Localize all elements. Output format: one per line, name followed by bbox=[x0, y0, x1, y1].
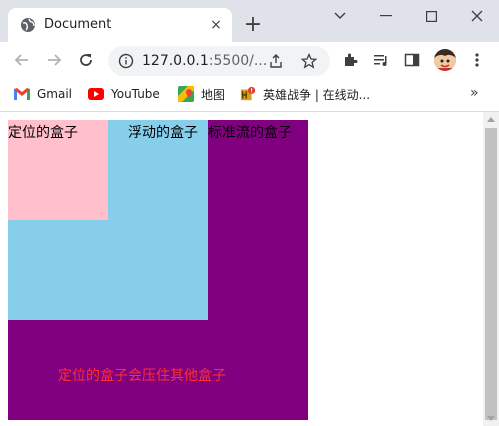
tab-search-chevron-icon[interactable] bbox=[324, 4, 356, 28]
game-icon bbox=[240, 86, 256, 102]
bookmark-maps[interactable]: 地图 bbox=[178, 85, 225, 103]
extensions-icon[interactable] bbox=[341, 51, 359, 69]
bookmarks-overflow-chevron-icon[interactable]: » bbox=[470, 85, 479, 101]
bookmark-star-icon[interactable] bbox=[301, 53, 317, 69]
overlap-caption: 定位的盒子会压住其他盒子 bbox=[58, 368, 226, 384]
floated-box-label: 浮动的盒子 bbox=[128, 125, 198, 141]
bookmark-youtube[interactable]: YouTube bbox=[88, 85, 160, 103]
new-tab-button[interactable]: + bbox=[243, 14, 263, 36]
address-bar[interactable]: 127.0.0.1:5500/... bbox=[108, 46, 330, 76]
globe-icon bbox=[20, 17, 36, 33]
side-panel-icon[interactable] bbox=[403, 51, 421, 69]
scroll-down-arrow-icon[interactable] bbox=[487, 416, 495, 421]
bookmark-label: Gmail bbox=[37, 87, 73, 101]
youtube-icon bbox=[88, 86, 104, 102]
bookmark-label: YouTube bbox=[111, 87, 160, 101]
maps-icon bbox=[178, 86, 194, 102]
tab-strip: Document × + bbox=[0, 0, 499, 42]
browser-toolbar: 127.0.0.1:5500/... bbox=[0, 42, 499, 78]
tab-title: Document bbox=[44, 17, 112, 32]
bookmark-gmail[interactable]: Gmail bbox=[14, 85, 72, 103]
window-close-icon[interactable] bbox=[461, 4, 493, 28]
back-icon[interactable] bbox=[12, 50, 32, 70]
share-icon[interactable] bbox=[268, 53, 284, 69]
url-text[interactable]: 127.0.0.1:5500/... bbox=[142, 53, 267, 69]
menu-icon[interactable] bbox=[468, 51, 486, 69]
vertical-scrollbar[interactable] bbox=[483, 112, 499, 426]
bookmark-game[interactable]: 英雄战争 | 在线动... bbox=[240, 85, 370, 103]
url-path: :5500/... bbox=[208, 53, 268, 69]
forward-icon[interactable] bbox=[44, 50, 64, 70]
positioned-box-label: 定位的盒子 bbox=[8, 125, 78, 141]
tab-document[interactable]: Document × bbox=[8, 8, 232, 42]
bookmark-label: 英雄战争 | 在线动... bbox=[263, 87, 371, 102]
minimize-icon[interactable] bbox=[370, 4, 402, 28]
bookmarks-bar: Gmail YouTube 地图 英雄战争 | 在线动... bbox=[0, 78, 499, 112]
normal-box-label: 标准流的盒子 bbox=[208, 125, 292, 141]
maximize-icon[interactable] bbox=[415, 4, 447, 28]
scroll-up-arrow-icon[interactable] bbox=[487, 117, 495, 122]
tab-close-icon[interactable]: × bbox=[207, 16, 225, 34]
reload-icon[interactable] bbox=[76, 50, 96, 70]
bookmark-label: 地图 bbox=[201, 87, 226, 102]
media-control-icon[interactable] bbox=[372, 51, 390, 69]
profile-avatar[interactable] bbox=[434, 49, 456, 71]
gmail-icon bbox=[14, 86, 30, 102]
scrollbar-thumb[interactable] bbox=[485, 128, 497, 420]
url-host: 127.0.0.1 bbox=[142, 53, 209, 69]
page-viewport: 定位的盒子 浮动的盒子 标准流的盒子 定位的盒子会压住其他盒子 bbox=[0, 112, 483, 426]
site-info-icon[interactable] bbox=[118, 53, 134, 69]
